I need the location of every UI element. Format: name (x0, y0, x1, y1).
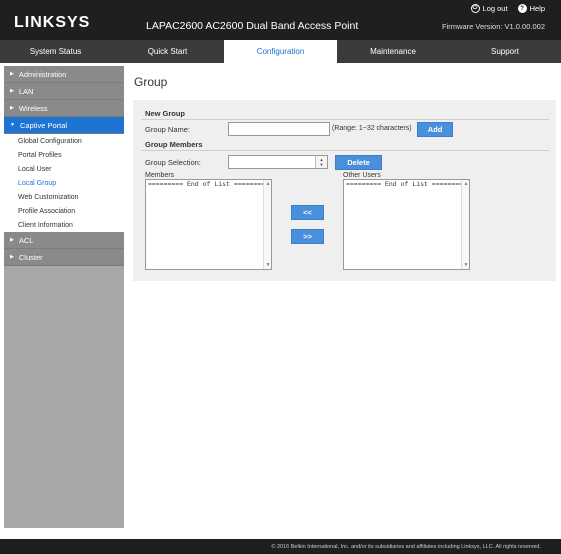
members-label: Members (145, 172, 175, 179)
scroll-down-icon[interactable]: ▼ (264, 262, 272, 268)
logout-link[interactable]: ⏻ Log out (470, 4, 508, 13)
sidebar-group-acl[interactable]: ▶ ACL (4, 232, 124, 249)
add-button[interactable]: Add (417, 122, 453, 137)
collapsed-arrow-icon: ▶ (10, 237, 14, 243)
sidebar-item-portal-profiles[interactable]: Portal Profiles (4, 148, 124, 162)
list-item[interactable]: ========= End of List ========= (148, 181, 269, 188)
group-selection-label: Group Selection: (145, 158, 201, 167)
other-users-label: Other Users (343, 172, 381, 179)
header-links: ⏻ Log out ? Help (470, 4, 545, 13)
sidebar-group-lan[interactable]: ▶ LAN (4, 83, 124, 100)
group-members-heading: Group Members (145, 140, 203, 149)
move-left-button[interactable]: << (291, 205, 324, 220)
sidebar-group-administration[interactable]: ▶ Administration (4, 66, 124, 83)
power-icon: ⏻ (470, 4, 480, 13)
new-group-heading: New Group (145, 109, 186, 118)
sidebar-group-label: Cluster (18, 252, 43, 262)
sidebar-group-label: ACL (18, 235, 34, 245)
tab-maintenance[interactable]: Maintenance (337, 40, 449, 63)
range-hint: (Range: 1~32 characters) (332, 125, 412, 132)
copyright-text: © 2016 Belkin International, Inc. and/or… (271, 543, 541, 550)
list-item[interactable]: ========= End of List ========= (346, 181, 467, 188)
group-selection-dropdown[interactable]: ▲ ▼ (228, 155, 328, 169)
tab-quick-start[interactable]: Quick Start (111, 40, 224, 63)
sidebar-group-label: Wireless (18, 103, 48, 113)
sidebar-group-wireless[interactable]: ▶ Wireless (4, 100, 124, 117)
sidebar: ▶ Administration ▶ LAN ▶ Wireless ▼ Capt… (4, 66, 124, 528)
scrollbar[interactable]: ▲ ▼ (263, 180, 271, 269)
sidebar-item-client-information[interactable]: Client Information (4, 218, 124, 232)
collapsed-arrow-icon: ▶ (10, 105, 14, 111)
sidebar-item-web-customization[interactable]: Web Customization (4, 190, 124, 204)
other-users-listbox[interactable]: ========= End of List ========= ▲ ▼ (343, 179, 470, 270)
tab-support[interactable]: Support (449, 40, 561, 63)
captive-portal-submenu: Global Configuration Portal Profiles Loc… (4, 134, 124, 232)
updown-arrows-icon: ▲ ▼ (315, 156, 327, 168)
collapsed-arrow-icon: ▶ (10, 254, 14, 260)
group-name-input[interactable] (228, 122, 330, 136)
help-link[interactable]: ? Help (517, 4, 545, 13)
footer: © 2016 Belkin International, Inc. and/or… (0, 539, 561, 554)
scroll-up-icon[interactable]: ▲ (264, 181, 272, 187)
collapsed-arrow-icon: ▶ (10, 71, 14, 77)
scrollbar[interactable]: ▲ ▼ (461, 180, 469, 269)
section-divider (141, 119, 549, 120)
collapsed-arrow-icon: ▶ (10, 88, 14, 94)
sidebar-group-cluster[interactable]: ▶ Cluster (4, 249, 124, 266)
scroll-down-icon[interactable]: ▼ (462, 262, 470, 268)
sidebar-group-label: LAN (18, 86, 34, 96)
delete-button[interactable]: Delete (335, 155, 382, 170)
linksys-logo: LINKSYS (14, 14, 91, 31)
sidebar-group-captive-portal[interactable]: ▼ Captive Portal (4, 117, 124, 134)
section-divider (141, 150, 549, 151)
page-title: Group (134, 75, 168, 89)
move-right-button[interactable]: >> (291, 229, 324, 244)
group-name-label: Group Name: (145, 125, 191, 134)
sidebar-item-local-group[interactable]: Local Group (4, 176, 124, 190)
product-title: LAPAC2600 AC2600 Dual Band Access Point (146, 20, 359, 32)
members-listbox[interactable]: ========= End of List ========= ▲ ▼ (145, 179, 272, 270)
top-header: LINKSYS LAPAC2600 AC2600 Dual Band Acces… (0, 0, 561, 40)
scroll-up-icon[interactable]: ▲ (462, 181, 470, 187)
group-panel: New Group Group Name: (Range: 1~32 chara… (133, 100, 556, 281)
help-label: Help (529, 4, 545, 13)
sidebar-group-label: Captive Portal (19, 120, 68, 130)
tab-system-status[interactable]: System Status (0, 40, 111, 63)
sidebar-item-global-configuration[interactable]: Global Configuration (4, 134, 124, 148)
sidebar-item-local-user[interactable]: Local User (4, 162, 124, 176)
logout-label: Log out (482, 4, 508, 13)
firmware-version: Firmware Version: V1.0.00.002 (442, 22, 545, 31)
main-nav: System Status Quick Start Configuration … (0, 40, 561, 63)
expanded-arrow-icon: ▼ (10, 122, 15, 128)
sidebar-group-label: Administration (18, 69, 67, 79)
help-icon: ? (517, 4, 527, 13)
sidebar-item-profile-association[interactable]: Profile Association (4, 204, 124, 218)
tab-configuration[interactable]: Configuration (224, 40, 337, 63)
